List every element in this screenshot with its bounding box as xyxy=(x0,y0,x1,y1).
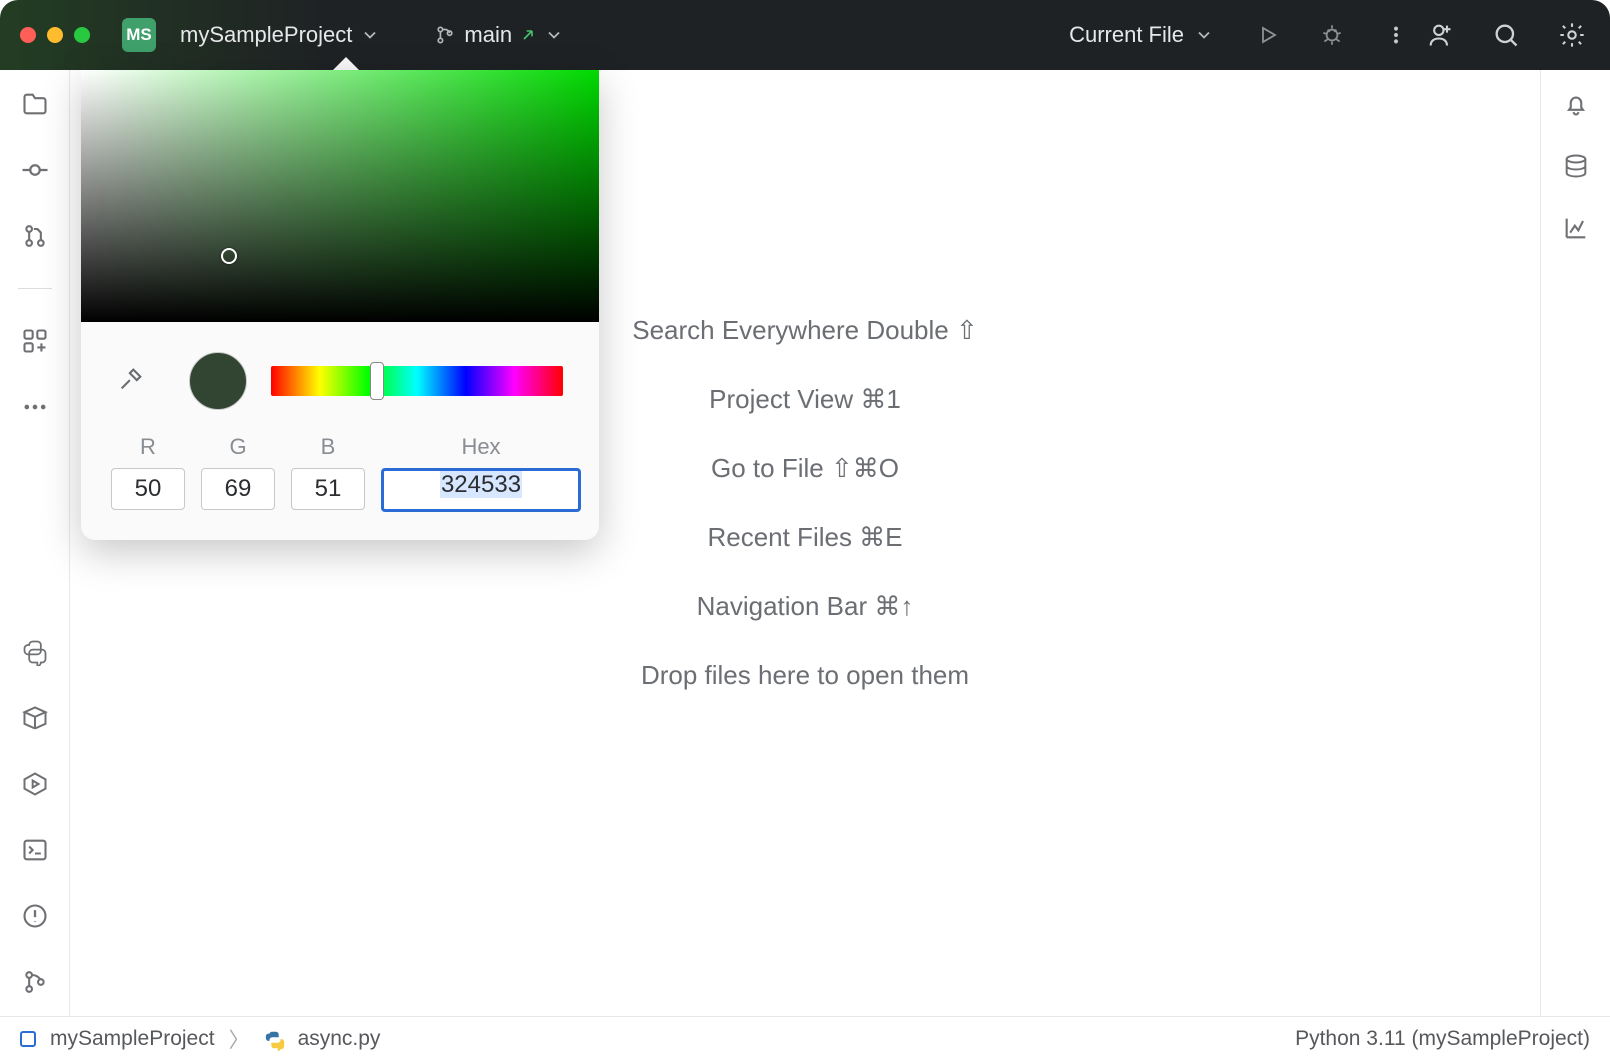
settings-icon[interactable] xyxy=(1554,17,1590,53)
vcs-tool-icon[interactable] xyxy=(19,966,51,998)
eyedropper-button[interactable] xyxy=(117,365,149,397)
problems-tool-icon[interactable] xyxy=(19,900,51,932)
right-tool-gutter xyxy=(1540,70,1610,1016)
b-label: B xyxy=(321,434,336,460)
hint-nav-bar: Navigation Bar ⌘↑ xyxy=(697,591,914,622)
project-tool-icon[interactable] xyxy=(19,88,51,120)
hue-slider[interactable] xyxy=(271,366,563,396)
hint-go-to-file: Go to File ⇧⌘O xyxy=(711,453,899,484)
window-close-button[interactable] xyxy=(20,27,36,43)
hint-recent-files: Recent Files ⌘E xyxy=(707,522,902,553)
structure-tool-icon[interactable] xyxy=(19,325,51,357)
r-input[interactable] xyxy=(111,468,185,510)
database-tool-icon[interactable] xyxy=(1560,150,1592,182)
sciview-tool-icon[interactable] xyxy=(1560,212,1592,244)
services-tool-icon[interactable] xyxy=(19,768,51,800)
g-label: G xyxy=(229,434,246,460)
hex-input[interactable]: 324533 xyxy=(381,468,581,512)
r-label: R xyxy=(140,434,156,460)
hue-thumb[interactable] xyxy=(370,362,384,400)
more-tool-icon[interactable] xyxy=(19,391,51,423)
hex-label: Hex xyxy=(461,434,500,460)
pull-request-tool-icon[interactable] xyxy=(19,220,51,252)
interpreter-widget[interactable]: Python 3.11 (mySampleProject) xyxy=(1295,1027,1590,1051)
breadcrumb-separator: 〉 xyxy=(229,1024,250,1054)
breadcrumb-file[interactable]: async.py xyxy=(298,1027,381,1051)
hint-search-everywhere: Search Everywhere Double ⇧ xyxy=(632,315,978,346)
notifications-tool-icon[interactable] xyxy=(1560,88,1592,120)
commit-tool-icon[interactable] xyxy=(19,154,51,186)
module-icon xyxy=(20,1031,36,1047)
hint-drop-files: Drop files here to open them xyxy=(641,660,969,691)
left-tool-gutter xyxy=(0,70,70,1016)
window-minimize-button[interactable] xyxy=(47,27,63,43)
packages-tool-icon[interactable] xyxy=(19,702,51,734)
separator xyxy=(18,288,52,289)
b-input[interactable] xyxy=(291,468,365,510)
hex-value: 324533 xyxy=(440,471,522,498)
python-console-tool-icon[interactable] xyxy=(19,636,51,668)
status-bar: mySampleProject 〉 async.py Python 3.11 (… xyxy=(0,1016,1610,1060)
g-input[interactable] xyxy=(201,468,275,510)
saturation-value-panel[interactable] xyxy=(81,70,599,322)
terminal-tool-icon[interactable] xyxy=(19,834,51,866)
color-swatch xyxy=(189,352,247,410)
python-file-icon xyxy=(264,1029,284,1049)
breadcrumb-root[interactable]: mySampleProject xyxy=(50,1027,215,1051)
hint-project-view: Project View ⌘1 xyxy=(709,384,901,415)
sv-cursor[interactable] xyxy=(221,248,237,264)
color-picker-popover: R G B Hex 324533 xyxy=(81,70,599,540)
